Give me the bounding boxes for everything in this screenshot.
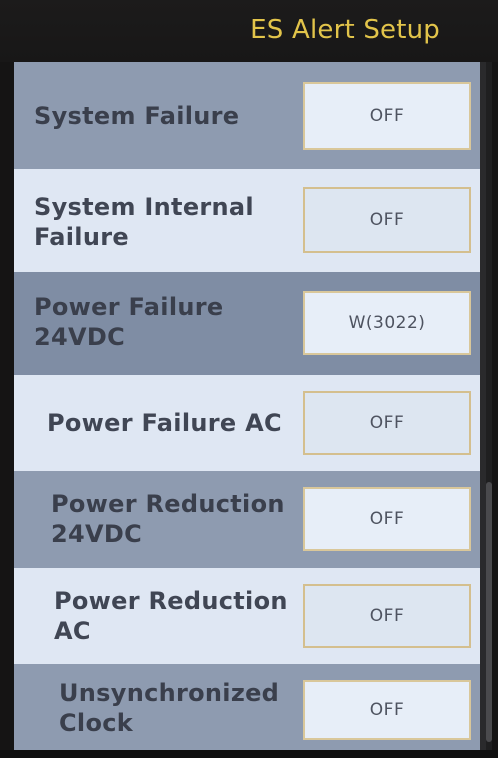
alert-value-text: OFF — [369, 106, 405, 126]
alert-value-text: OFF — [369, 210, 405, 230]
alert-value-button[interactable]: OFF — [303, 584, 471, 648]
alert-label: Unsynchronized Clock — [59, 678, 279, 738]
alert-label-line1: System Failure — [34, 102, 240, 130]
alert-label-line2: Failure — [34, 223, 129, 251]
title-bar: ES Alert Setup — [0, 0, 498, 62]
alert-value-button[interactable]: W(3022) — [303, 291, 471, 355]
alert-label-line2: 24VDC — [34, 323, 126, 351]
alert-label-line2: 24VDC — [51, 520, 143, 548]
alert-row-system-internal-failure: System Internal Failure OFF — [14, 169, 480, 272]
alert-value-button[interactable]: OFF — [303, 391, 471, 455]
alert-label-line2: Clock — [59, 709, 134, 737]
alert-value-text: OFF — [369, 509, 405, 529]
alert-label-line1: Unsynchronized — [59, 679, 280, 707]
page-title: ES Alert Setup — [250, 15, 440, 45]
alert-label-line1: Power Failure AC — [47, 409, 282, 437]
alert-label-line1: System Internal — [34, 193, 254, 221]
alert-label: Power Failure 24VDC — [34, 292, 223, 352]
alert-row-power-reduction-24vdc: Power Reduction 24VDC OFF — [14, 471, 480, 568]
scrollbar[interactable] — [486, 62, 492, 750]
alert-label-line1: Power Reduction — [54, 587, 288, 615]
alert-label: System Failure — [34, 101, 239, 131]
alert-value-button[interactable]: OFF — [303, 187, 471, 253]
alert-label-line1: Power Reduction — [51, 490, 285, 518]
alert-label: Power Reduction 24VDC — [51, 489, 285, 549]
alert-setup-screen: ES Alert Setup System Failure OFF System… — [0, 0, 498, 758]
alert-label: Power Failure AC — [47, 408, 282, 438]
alert-row-unsynchronized-clock: Unsynchronized Clock OFF — [14, 664, 480, 750]
screen-bottom-edge — [0, 750, 498, 758]
alert-label: Power Reduction AC — [54, 586, 288, 646]
scrollbar-thumb[interactable] — [486, 482, 492, 742]
alert-value-text: OFF — [369, 606, 405, 626]
alert-label-line2: AC — [54, 617, 91, 645]
alert-label-line1: Power Failure — [34, 293, 224, 321]
alert-row-power-failure-24vdc: Power Failure 24VDC W(3022) — [14, 272, 480, 375]
alert-value-text: OFF — [369, 700, 405, 720]
alert-value-button[interactable]: OFF — [303, 680, 471, 740]
alert-row-system-failure: System Failure OFF — [14, 62, 480, 169]
alert-row-power-reduction-ac: Power Reduction AC OFF — [14, 568, 480, 664]
alert-value-text: W(3022) — [348, 313, 426, 333]
alert-row-power-failure-ac: Power Failure AC OFF — [14, 375, 480, 471]
alert-value-button[interactable]: OFF — [303, 487, 471, 551]
alert-value-button[interactable]: OFF — [303, 82, 471, 150]
alert-value-text: OFF — [369, 413, 405, 433]
alert-list: System Failure OFF System Internal Failu… — [14, 62, 486, 750]
alert-label: System Internal Failure — [34, 192, 254, 252]
